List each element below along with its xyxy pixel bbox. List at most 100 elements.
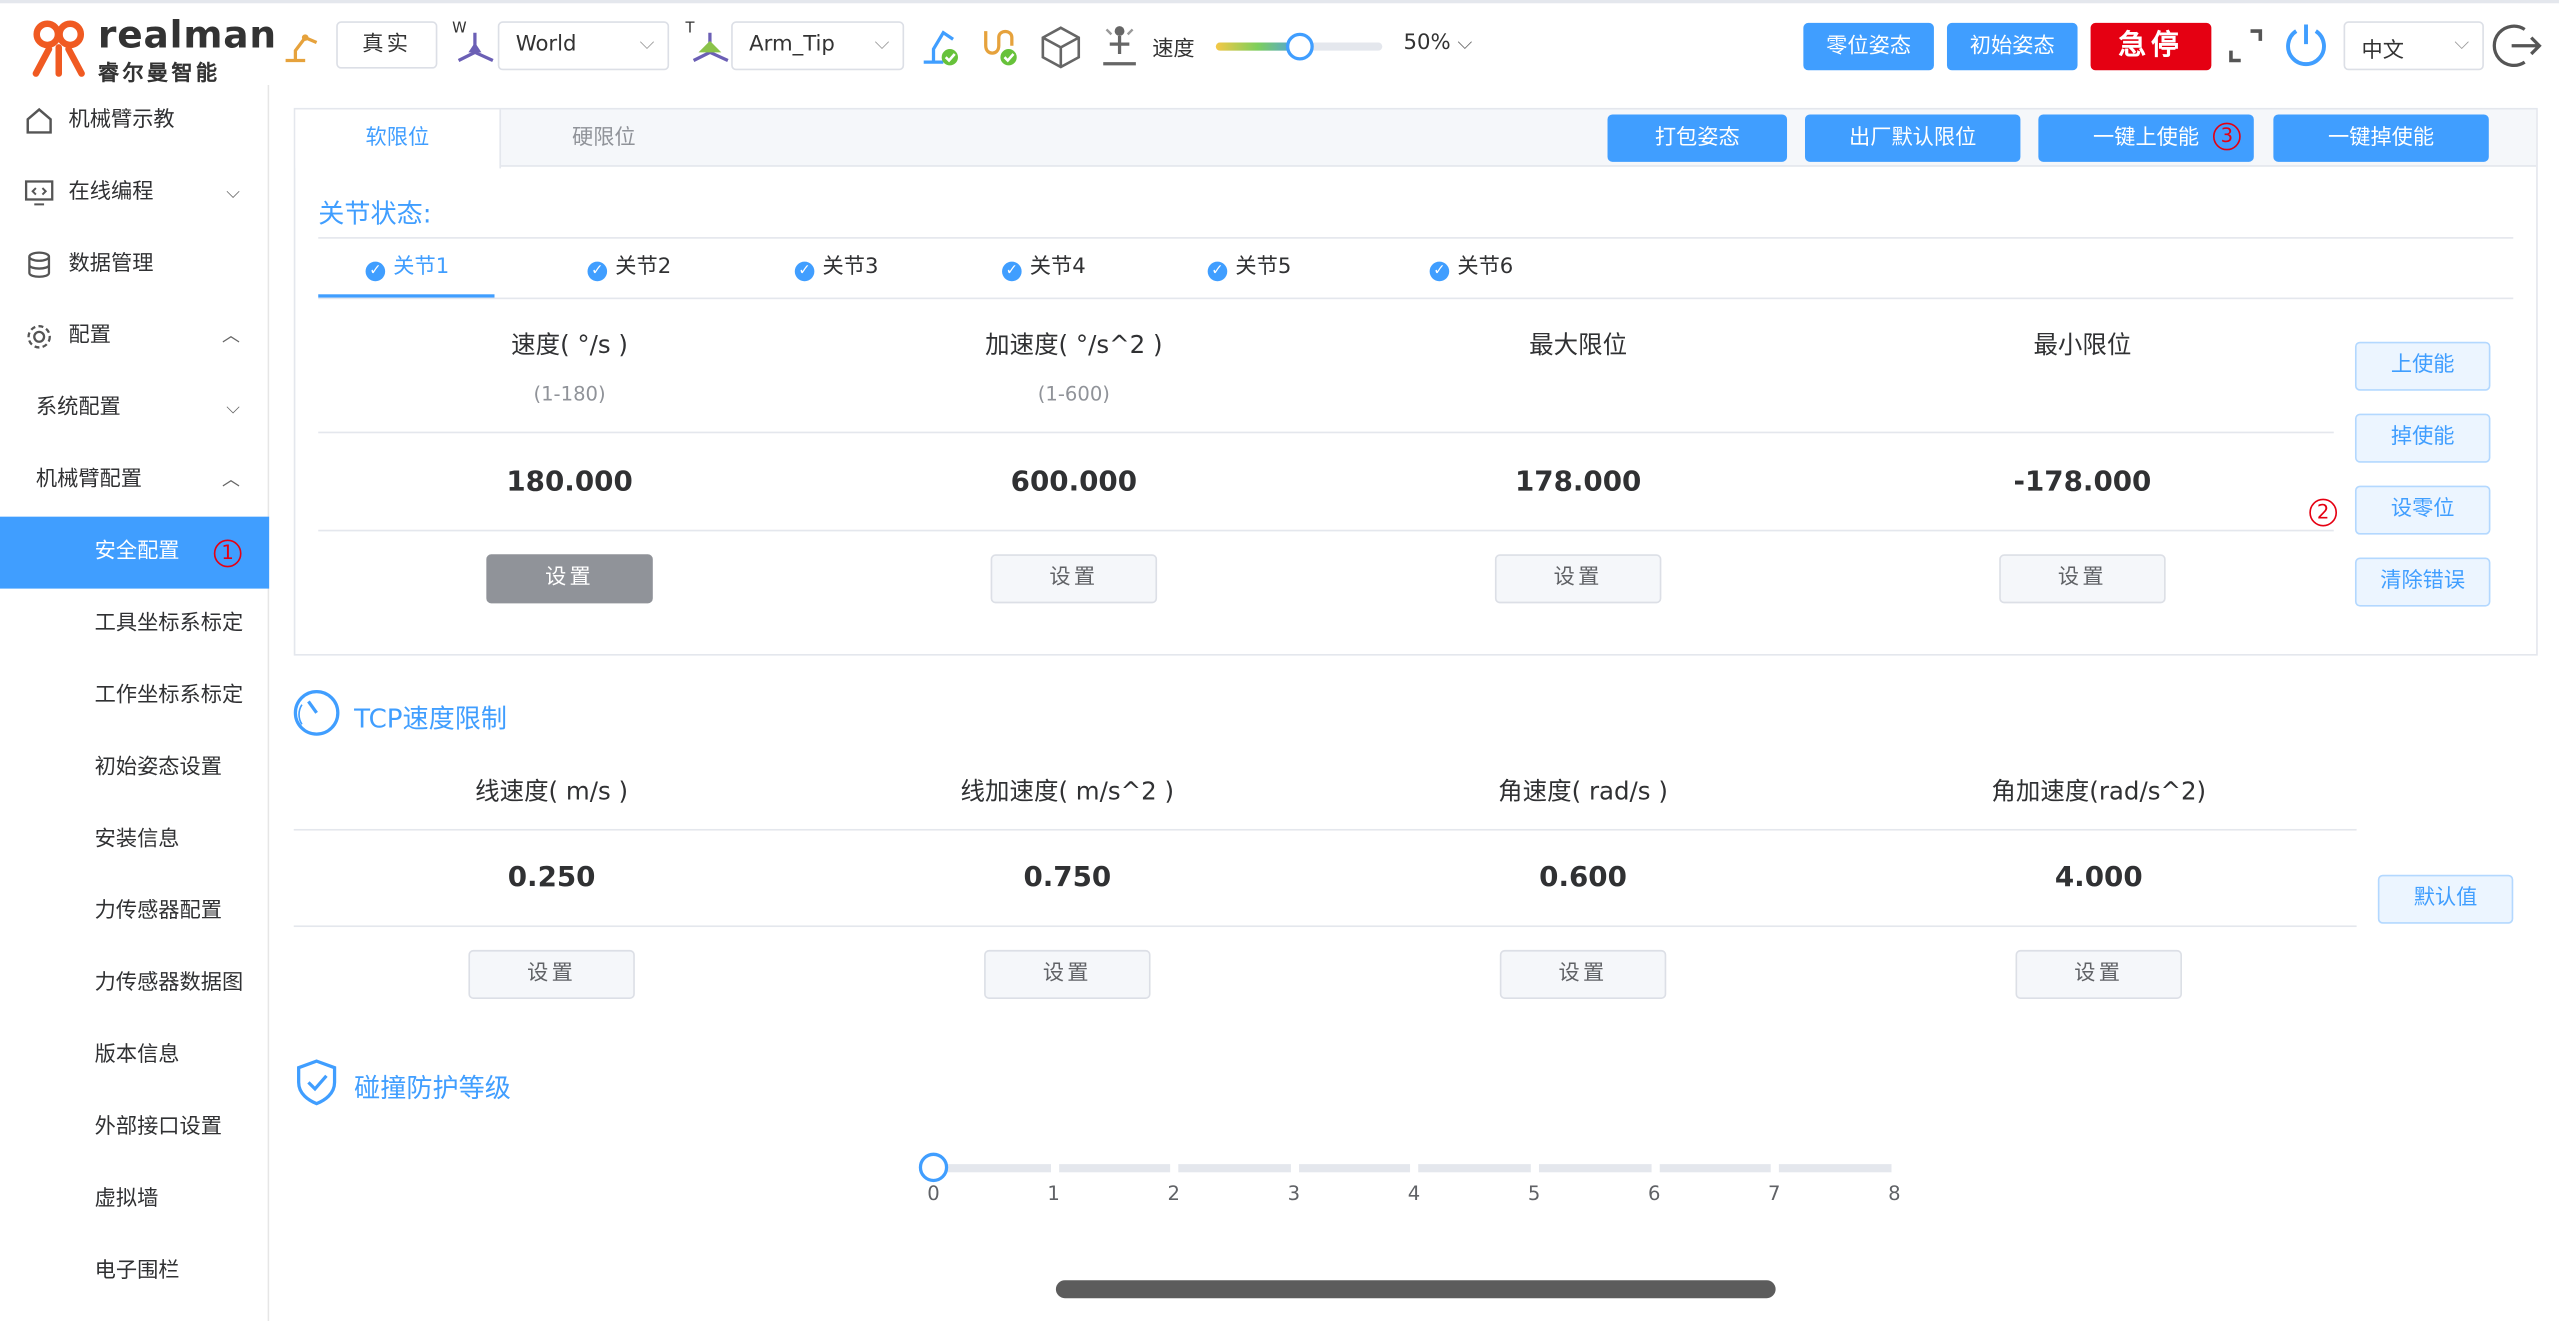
min-limit-value[interactable]: -178.000: [1919, 466, 2245, 499]
tcp-angular-speed-header: 角速度( rad/s ): [1498, 776, 1668, 807]
pack-pose-button[interactable]: 打包姿态: [1607, 114, 1788, 162]
set-speed-button[interactable]: 设置: [486, 554, 653, 604]
home-icon: [26, 107, 52, 134]
factory-default-limit-button[interactable]: 出厂默认限位: [1804, 114, 2021, 162]
sidebar-item-virtual-wall[interactable]: 虚拟墙: [0, 1164, 269, 1236]
accel-value[interactable]: 600.000: [911, 466, 1237, 499]
collision-level-segment[interactable]: [938, 1164, 1051, 1173]
speed-value[interactable]: 180.000: [406, 466, 732, 499]
sidebar-item-e-fence[interactable]: 电子围栏: [0, 1236, 269, 1308]
tcp-linear-speed-value[interactable]: 0.250: [388, 862, 714, 895]
logout-icon[interactable]: [2492, 20, 2544, 72]
collision-level-segment[interactable]: [1058, 1164, 1171, 1173]
collision-level-segment[interactable]: [1178, 1164, 1291, 1173]
sidebar-item-tool-frame[interactable]: 工具坐标系标定: [0, 589, 269, 661]
tab-hard-limit[interactable]: 硬限位: [501, 110, 707, 167]
code-monitor-icon: [24, 180, 54, 206]
teach-mode-icon[interactable]: [1097, 21, 1143, 70]
tcp-angular-accel-value[interactable]: 4.000: [1936, 862, 2262, 895]
set-tcp-linear-speed-button[interactable]: 设置: [468, 949, 635, 999]
tab-joint-3[interactable]: ✓ 关节3: [794, 239, 878, 298]
joint-tab-label: 关节4: [1029, 255, 1086, 280]
speed-slider-handle[interactable]: [1286, 32, 1314, 61]
cube-icon[interactable]: [1038, 23, 1084, 69]
tab-joint-6[interactable]: ✓ 关节6: [1429, 239, 1513, 298]
chevron-down-icon: ⌵: [226, 181, 240, 203]
collision-level-label: 7: [1768, 1182, 1781, 1205]
joint-tab-label: 关节5: [1235, 255, 1292, 280]
tab-soft-limit[interactable]: 软限位: [295, 109, 502, 169]
collision-level-segment[interactable]: [1779, 1164, 1892, 1173]
zero-pose-button[interactable]: 零位姿态: [1803, 22, 1934, 71]
set-tcp-linear-accel-button[interactable]: 设置: [984, 949, 1151, 999]
tool-frame-select[interactable]: Arm_Tip ⌵: [731, 21, 905, 71]
tcp-linear-accel-value[interactable]: 0.750: [904, 862, 1230, 895]
annotation-badge-2: 2: [2309, 498, 2338, 527]
sidebar-item-label: 工作坐标系标定: [94, 683, 244, 708]
set-tcp-angular-speed-button[interactable]: 设置: [1499, 949, 1667, 999]
set-tcp-angular-accel-button[interactable]: 设置: [2015, 949, 2182, 999]
collision-level-segment[interactable]: [1659, 1164, 1772, 1173]
sidebar-item-arm-config[interactable]: 机械臂配置 ︿: [0, 445, 269, 517]
work-frame-select[interactable]: World ⌵: [497, 21, 670, 71]
chevron-down-icon: ⌵: [226, 397, 240, 419]
database-icon: [28, 251, 51, 278]
sidebar-item-teach[interactable]: 机械臂示教: [0, 85, 269, 157]
collision-level-segment[interactable]: [1538, 1164, 1651, 1173]
power-cable-icon[interactable]: [976, 23, 1022, 69]
max-limit-value[interactable]: 178.000: [1415, 466, 1741, 499]
sidebar-item-label: 版本信息: [94, 1043, 180, 1068]
init-pose-button[interactable]: 初始姿态: [1946, 22, 2078, 71]
tab-joint-1[interactable]: ✓ 关节1: [318, 239, 495, 298]
sidebar-item-data-management[interactable]: 数据管理: [0, 229, 269, 301]
collision-level-segment[interactable]: [1418, 1164, 1531, 1173]
fullscreen-icon[interactable]: [2226, 26, 2265, 65]
tcp-linear-speed-header: 线速度( m/s ): [475, 776, 629, 807]
clear-error-button[interactable]: 清除错误: [2354, 557, 2491, 607]
sidebar-item-install-info[interactable]: 安装信息: [0, 804, 269, 876]
sidebar-item-safety-config[interactable]: 安全配置 1: [0, 516, 270, 589]
language-select[interactable]: 中文 ⌵: [2343, 21, 2484, 71]
set-max-limit-button[interactable]: 设置: [1494, 554, 1662, 604]
mode-button[interactable]: 真实: [336, 21, 438, 69]
sidebar-item-force-chart[interactable]: 力传感器数据图: [0, 948, 269, 1020]
tcp-default-button[interactable]: 默认值: [2377, 874, 2514, 924]
robot-arm-icon[interactable]: [281, 23, 323, 66]
chevron-down-icon: ⌵: [874, 31, 890, 54]
joint-status-title: 关节状态:: [318, 197, 432, 229]
sidebar-item-online-programming[interactable]: 在线编程 ⌵: [0, 157, 269, 229]
set-accel-button[interactable]: 设置: [990, 554, 1158, 604]
collision-level-label: 1: [1047, 1182, 1060, 1205]
sidebar-item-force-sensor[interactable]: 力传感器配置: [0, 876, 269, 948]
enable-all-button[interactable]: 一键上使能 3: [2038, 114, 2254, 162]
tab-joint-2[interactable]: ✓ 关节2: [587, 239, 671, 298]
sidebar-item-work-frame[interactable]: 工作坐标系标定: [0, 661, 269, 733]
language-value: 中文: [2361, 39, 2404, 64]
collision-level-handle[interactable]: [918, 1152, 949, 1183]
set-zero-button[interactable]: 设零位: [2354, 485, 2491, 535]
horizontal-scrollbar[interactable]: [1055, 1280, 1776, 1299]
disable-all-button[interactable]: 一键掉使能: [2273, 114, 2489, 162]
tcp-linear-accel-header: 线加速度( m/s^2 ): [960, 776, 1175, 807]
sidebar-item-label: 力传感器数据图: [94, 971, 244, 996]
speed-slider[interactable]: [1215, 32, 1383, 61]
robot-status-icon[interactable]: [917, 23, 963, 69]
tab-joint-4[interactable]: ✓ 关节4: [1002, 239, 1086, 298]
sidebar-item-system-config[interactable]: 系统配置 ⌵: [0, 373, 269, 445]
joint-enable-button[interactable]: 上使能: [2354, 341, 2491, 391]
speed-percent-select[interactable]: 50% ⌵: [1404, 31, 1473, 56]
tab-joint-5[interactable]: ✓ 关节5: [1207, 239, 1292, 298]
tcp-angular-speed-value[interactable]: 0.600: [1420, 862, 1746, 895]
set-min-limit-button[interactable]: 设置: [1999, 554, 2166, 604]
collision-level-segment[interactable]: [1298, 1164, 1411, 1173]
sidebar-item-version[interactable]: 版本信息: [0, 1020, 269, 1092]
joint-tab-label: 关节1: [393, 255, 450, 280]
joint-disable-button[interactable]: 掉使能: [2354, 413, 2491, 463]
sidebar-item-external-io[interactable]: 外部接口设置: [0, 1092, 269, 1164]
emergency-stop-button[interactable]: 急停: [2090, 22, 2212, 71]
sidebar-item-init-pose[interactable]: 初始姿态设置: [0, 732, 269, 804]
power-icon[interactable]: [2280, 20, 2332, 72]
logo: realman 睿尔曼智能: [29, 15, 276, 87]
logo-text-cn: 睿尔曼智能: [97, 62, 221, 87]
sidebar-item-config[interactable]: 配置 ︿: [0, 301, 269, 373]
